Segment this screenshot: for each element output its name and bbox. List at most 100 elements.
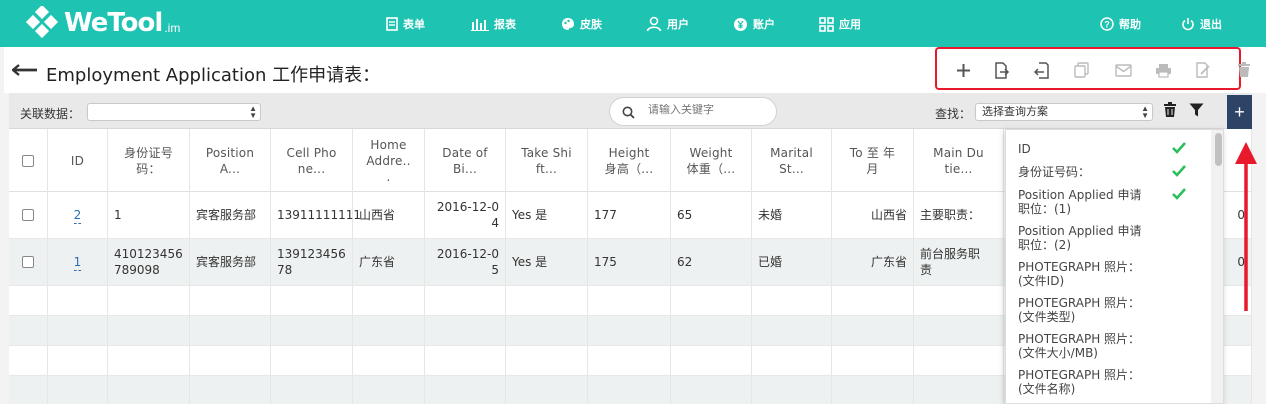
edit-button[interactable] [1194,61,1212,79]
page-title: Employment Application 工作申请表： [46,65,381,86]
cell-position: 宾客服务部 [190,239,271,285]
column-header[interactable]: Take Shi ft... [506,129,588,192]
cell-phone: 139123456 78 [271,239,353,285]
search-icon [622,106,635,119]
back-arrow-icon[interactable] [11,64,38,81]
dropdown-scrollbar[interactable] [1211,130,1223,403]
find-label: 查找： [935,107,972,121]
column-option[interactable]: Position Applied 申请 职位：(2) [1018,224,1198,252]
empty-cell [588,346,671,375]
column-header[interactable]: 身份证号 码： [108,129,190,192]
search-input[interactable] [648,104,768,116]
filter-icon[interactable] [1189,103,1204,117]
empty-cell [752,376,832,404]
add-record-button[interactable] [954,61,972,79]
nav-label: 账户 [753,19,775,31]
mail-icon [1114,63,1132,77]
check-icon [1172,142,1186,154]
empty-cell [425,286,506,315]
empty-cell [108,286,190,315]
empty-cell [48,286,108,315]
empty-cell [752,346,832,375]
print-icon [1155,63,1171,78]
empty-cell [671,376,752,404]
nav-item-account[interactable]: 账户 [733,13,775,35]
nav-item-skins[interactable]: 皮肤 [561,13,602,35]
search-box[interactable] [609,97,777,126]
export-button[interactable] [1033,61,1051,79]
empty-cell [190,346,271,375]
column-option[interactable]: Position Applied 申请 职位：(1) [1018,188,1198,216]
row-checkbox[interactable] [22,209,34,221]
record-id-link[interactable]: 1 [73,254,82,271]
import-button[interactable] [993,61,1011,79]
diamond-logo-icon [25,4,60,40]
scrollbar-thumb[interactable] [1215,133,1222,166]
trash-icon[interactable] [1163,102,1177,118]
mail-button[interactable] [1114,61,1132,79]
nav-item-apps[interactable]: 应用 [819,13,861,35]
empty-cell [190,376,271,404]
column-option[interactable]: PHOTEGRAPH 照片： (文件ID) [1018,260,1198,288]
cell-marital: 未婚 [752,192,832,238]
column-header[interactable]: Marital St... [752,129,832,192]
column-header[interactable]: To 至 年月 [832,129,914,192]
check-icon [1172,165,1186,177]
empty-cell [832,286,914,315]
column-header[interactable]: Weight 体重（... [671,129,752,192]
edit-icon [1196,62,1210,78]
row-select-cell [9,239,48,285]
add-column-button[interactable]: + [1227,95,1252,129]
related-data-select[interactable]: ▲ ▼ [87,103,261,121]
empty-cell [108,316,190,345]
empty-cell [752,316,832,345]
empty-cell [271,346,353,375]
empty-cell [671,316,752,345]
column-header[interactable]: Height 身高（... [588,129,671,192]
delete-button[interactable] [1235,61,1253,79]
select-all-checkbox[interactable] [22,154,34,167]
column-picker-dropdown: ID 身份证号码： Position Applied 申请 职位：(1) Positio… [1005,129,1224,404]
column-option[interactable]: 身份证号码： [1018,165,1198,179]
nav-item-reports[interactable]: 报表 [471,13,516,35]
column-option[interactable]: ID [1018,142,1198,156]
nav-item-users[interactable]: 用户 [646,13,689,35]
copy-button[interactable] [1073,61,1091,79]
column-option[interactable]: PHOTEGRAPH 照片： (文件大小/MB) [1018,332,1198,360]
column-option[interactable]: PHOTEGRAPH 照片： (文件名称) [1018,368,1198,396]
column-header[interactable]: Position A... [190,129,271,192]
empty-cell [832,376,914,404]
nav-item-forms[interactable]: 表单 [386,13,425,35]
row-checkbox[interactable] [22,256,34,268]
logout-button[interactable]: 退出 [1181,13,1222,35]
annotation-arrow-up-icon [1235,142,1257,311]
column-header[interactable]: Main Du tie... [914,129,1004,192]
empty-cell [353,376,425,404]
column-header[interactable]: Home Addre... [353,129,425,192]
empty-cell [353,346,425,375]
app-logo[interactable]: WeTool .im [25,4,180,41]
empty-cell [9,286,48,315]
record-id-link[interactable]: 2 [73,207,82,224]
column-header[interactable]: Cell Pho ne... [271,129,353,192]
row-select-cell [9,192,48,238]
column-header[interactable]: Date of Bi... [425,129,506,192]
column-option[interactable]: PHOTEGRAPH 照片： (文件类型) [1018,296,1198,324]
empty-cell [832,316,914,345]
empty-cell [914,346,1004,375]
query-scheme-select[interactable]: 选择查询方案 ▲ ▼ [975,103,1153,121]
help-button[interactable]: ? 帮助 [1100,13,1141,35]
yen-coin-icon [734,17,747,31]
empty-cell [9,346,48,375]
column-header[interactable]: ID [48,129,108,192]
cell-duties: 前台服务职责 [914,239,1004,285]
palette-icon [562,18,574,30]
print-button[interactable] [1154,61,1172,79]
empty-cell [48,316,108,345]
nav-label: 用户 [667,19,689,31]
cell-height: 177 [588,192,671,238]
cell-dob: 2016-12-0 5 [425,239,506,285]
cell-shift: Yes 是 [506,239,588,285]
cell-to: 山西省 [832,192,914,238]
empty-cell [506,286,588,315]
